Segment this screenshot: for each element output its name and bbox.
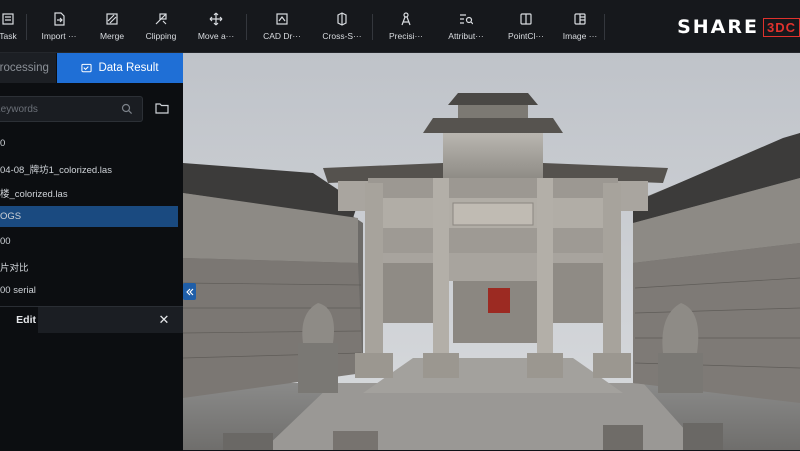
edit-panel-header: Edit ✕ [0,307,183,333]
cad-drawing-button[interactable]: CAD Dr··· [260,0,304,52]
point-cloud-render [183,53,800,450]
toolbar-separator [604,14,605,40]
list-item[interactable]: 0 [0,133,178,154]
precision-icon [401,11,411,25]
close-icon[interactable]: ✕ [158,313,170,326]
clipping-icon [155,12,167,24]
3d-viewport[interactable] [183,53,800,450]
precision-button[interactable]: Precisi··· [385,0,427,52]
pointcloud-icon [520,12,532,25]
search-box [0,96,143,122]
double-chevron-left-icon [185,288,193,295]
edit-panel: Edit ✕ [0,306,183,451]
folder-icon[interactable] [155,102,169,114]
toolbar-separator [372,14,373,40]
attribute-icon [460,13,473,24]
import-button[interactable]: Import ··· [37,0,81,52]
merge-button[interactable]: Merge [94,0,130,52]
list-item[interactable]: 片对比 [0,256,178,277]
list-item[interactable]: 00 [0,231,178,252]
attribute-button[interactable]: Attribut··· [444,0,488,52]
tab-data-result[interactable]: Data Result [57,53,183,83]
toolbar-separator [246,14,247,40]
cross-section-button[interactable]: Cross-S··· [320,0,364,52]
list-item-selected[interactable]: OGS [0,206,178,227]
list-item[interactable]: 00 serial [0,280,178,301]
sidebar: Processing Data Result 0 04-08_牌坊1_color… [0,53,183,451]
task-icon [2,12,14,25]
main-toolbar: Task Import ··· Merge Clipping Move a···… [0,0,800,53]
search-input[interactable] [0,103,106,115]
list-item[interactable]: 楼_colorized.las [0,182,178,203]
list-item[interactable]: 04-08_牌坊1_colorized.las [0,158,178,179]
image-button[interactable]: Image ··· [562,0,598,52]
search-icon[interactable] [121,103,133,115]
sidebar-tabs: Processing Data Result [0,53,183,83]
cad-drawing-icon [276,12,288,25]
import-icon [54,11,65,26]
collapse-sidebar-button[interactable] [183,283,196,300]
tab-edit[interactable]: Edit [0,307,38,333]
pointcloud-button[interactable]: PointCl··· [504,0,548,52]
move-button[interactable]: Move a··· [195,0,237,52]
cross-section-icon [337,11,347,26]
task-button[interactable]: Task [0,0,22,52]
image-icon [574,12,586,25]
merge-icon [106,12,118,25]
brand-logo: SHARE 3DC [677,14,800,40]
data-result-icon [81,63,93,72]
clipping-button[interactable]: Clipping [143,0,179,52]
move-icon [209,12,223,25]
tab-processing[interactable]: Processing [0,53,56,83]
toolbar-separator [26,14,27,40]
